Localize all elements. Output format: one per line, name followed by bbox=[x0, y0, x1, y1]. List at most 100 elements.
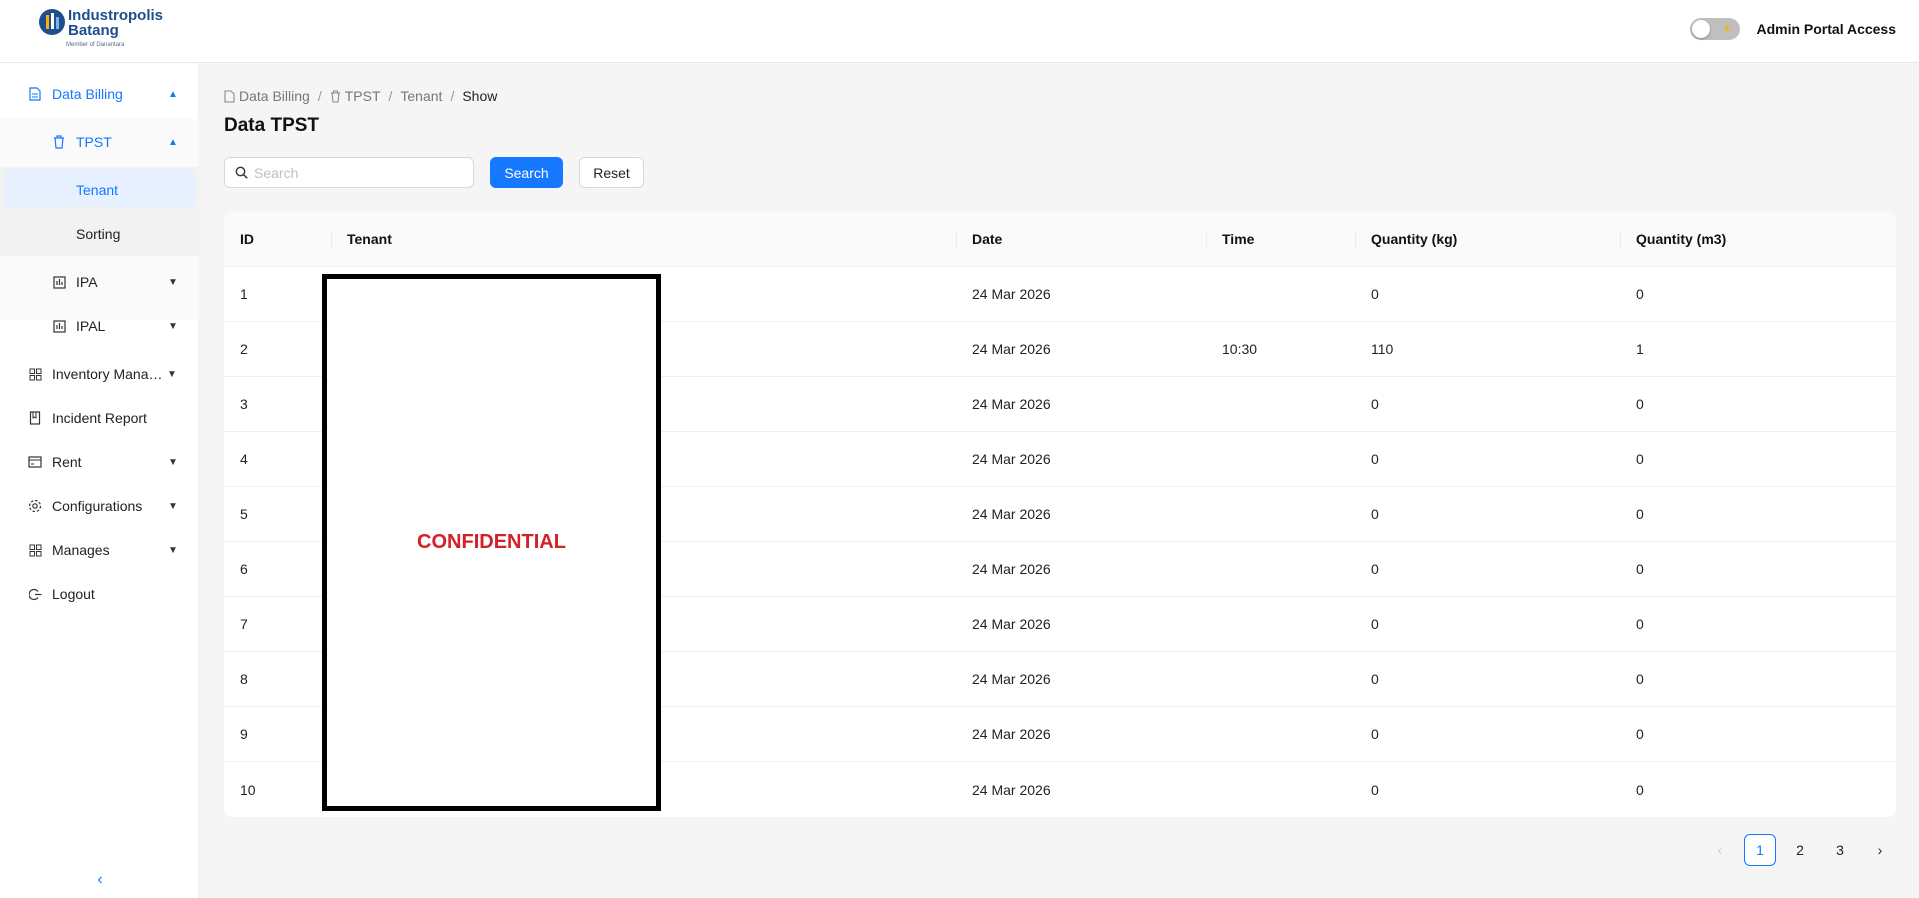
search-icon bbox=[235, 166, 248, 179]
pagination: ‹ 1 2 3 › bbox=[1704, 834, 1896, 866]
chevron-up-icon: ▲ bbox=[168, 88, 178, 100]
sidebar-item-label: IPA bbox=[76, 274, 98, 290]
sidebar-item-logout[interactable]: Logout bbox=[0, 574, 199, 614]
trash-icon bbox=[52, 135, 66, 149]
sidebar-item-sorting[interactable]: Sorting bbox=[0, 214, 199, 254]
trash-icon bbox=[330, 89, 340, 103]
reset-button[interactable]: Reset bbox=[579, 157, 644, 188]
cell-date: 24 Mar 2026 bbox=[972, 451, 1051, 467]
column-header-quantity-m3[interactable]: Quantity (m3) bbox=[1620, 212, 1896, 266]
cell-id: 3 bbox=[240, 396, 248, 412]
sidebar-item-label: IPAL bbox=[76, 318, 106, 334]
cell-quantity-m3: 0 bbox=[1636, 616, 1644, 632]
document-icon bbox=[224, 89, 235, 103]
column-header-date[interactable]: Date bbox=[956, 212, 1206, 266]
logo-line1: Industropolis bbox=[68, 7, 163, 24]
sidebar-item-label: Inventory Management bbox=[52, 366, 166, 382]
cell-id: 9 bbox=[240, 726, 248, 742]
cell-time bbox=[1206, 707, 1355, 761]
gear-icon bbox=[28, 499, 42, 513]
sidebar-item-label: Sorting bbox=[76, 226, 121, 242]
cell-date: 24 Mar 2026 bbox=[972, 671, 1051, 687]
sidebar-item-ipal[interactable]: IPAL ▼ bbox=[0, 306, 199, 346]
meter-icon bbox=[52, 319, 66, 333]
prev-page-button[interactable]: ‹ bbox=[1704, 834, 1736, 866]
cell-quantity-kg: 0 bbox=[1371, 396, 1379, 412]
cell-quantity-m3: 0 bbox=[1636, 781, 1644, 798]
page-title: Data TPST bbox=[224, 115, 320, 136]
cell-quantity-kg: 0 bbox=[1371, 506, 1379, 522]
cell-date: 24 Mar 2026 bbox=[972, 616, 1051, 632]
sidebar-collapse-icon[interactable]: ‹ bbox=[92, 871, 108, 891]
admin-portal-toggle[interactable]: ☀ bbox=[1690, 18, 1741, 40]
sidebar-item-ipa[interactable]: IPA ▼ bbox=[0, 262, 199, 302]
logo[interactable]: Industropolis Batang Member of Danantara bbox=[38, 6, 168, 54]
sidebar-item-tpst[interactable]: TPST ▲ bbox=[0, 122, 199, 162]
cell-id: 4 bbox=[240, 451, 248, 467]
cell-id: 10 bbox=[240, 781, 256, 798]
column-header-tenant[interactable]: Tenant bbox=[331, 212, 956, 266]
logout-icon bbox=[28, 587, 42, 601]
meter-icon bbox=[52, 275, 66, 289]
breadcrumb-show: Show bbox=[462, 88, 498, 104]
sidebar-item-tenant[interactable]: Tenant bbox=[0, 170, 199, 210]
cell-quantity-m3: 0 bbox=[1636, 506, 1644, 522]
chevron-down-icon: ▼ bbox=[167, 368, 177, 380]
sidebar-item-label: Rent bbox=[52, 454, 82, 470]
sidebar-item-label: Logout bbox=[52, 586, 95, 602]
page-button-3[interactable]: 3 bbox=[1824, 834, 1856, 866]
search-input[interactable] bbox=[254, 164, 464, 181]
column-header-quantity-kg[interactable]: Quantity (kg) bbox=[1355, 212, 1620, 266]
table-header: ID Tenant Date Time Quantity (kg) Quanti… bbox=[224, 212, 1896, 267]
sidebar-item-manages[interactable]: Manages ▼ bbox=[0, 530, 199, 570]
sidebar-item-data-billing[interactable]: Data Billing ▲ bbox=[0, 74, 199, 114]
cell-quantity-m3: 0 bbox=[1636, 396, 1644, 412]
cell-time: 10:30 bbox=[1222, 341, 1258, 357]
book-icon bbox=[28, 411, 42, 425]
cell-time bbox=[1206, 267, 1355, 321]
column-header-time[interactable]: Time bbox=[1206, 212, 1355, 266]
redaction-label: CONFIDENTIAL bbox=[417, 531, 566, 553]
card-icon bbox=[28, 455, 42, 469]
cell-id: 1 bbox=[240, 286, 248, 302]
chevron-down-icon: ▼ bbox=[168, 276, 178, 288]
cell-date: 24 Mar 2026 bbox=[972, 726, 1051, 742]
cell-date: 24 Mar 2026 bbox=[972, 781, 1051, 798]
cell-quantity-kg: 0 bbox=[1371, 451, 1379, 467]
cell-quantity-m3: 0 bbox=[1636, 561, 1644, 577]
search-button[interactable]: Search bbox=[490, 157, 563, 188]
cell-time bbox=[1206, 432, 1355, 486]
chevron-down-icon: ▼ bbox=[168, 544, 178, 556]
sidebar-item-rent[interactable]: Rent ▼ bbox=[0, 442, 199, 482]
cell-time bbox=[1206, 597, 1355, 651]
redaction-overlay: CONFIDENTIAL bbox=[322, 274, 661, 811]
admin-portal-label: Admin Portal Access bbox=[1756, 21, 1896, 37]
cell-quantity-kg: 0 bbox=[1371, 726, 1379, 742]
cell-quantity-kg: 0 bbox=[1371, 286, 1379, 302]
next-page-button[interactable]: › bbox=[1864, 834, 1896, 866]
search-field[interactable] bbox=[224, 157, 474, 188]
sidebar-item-label: Manages bbox=[52, 542, 110, 558]
cell-id: 7 bbox=[240, 616, 248, 632]
sidebar-item-configurations[interactable]: Configurations ▼ bbox=[0, 486, 199, 526]
sidebar-item-label: Incident Report bbox=[52, 410, 147, 426]
sidebar-item-label: Data Billing bbox=[52, 86, 123, 102]
page-button-1[interactable]: 1 bbox=[1744, 834, 1776, 866]
breadcrumb-data-billing[interactable]: Data Billing bbox=[224, 88, 310, 104]
cell-date: 24 Mar 2026 bbox=[972, 286, 1051, 302]
chevron-down-icon: ▼ bbox=[168, 456, 178, 468]
breadcrumb-tpst[interactable]: TPST bbox=[330, 88, 381, 104]
sidebar-item-label: Configurations bbox=[52, 498, 143, 514]
cell-id: 2 bbox=[240, 341, 248, 357]
cell-time bbox=[1206, 762, 1355, 817]
sun-icon: ☀ bbox=[1721, 22, 1733, 36]
cell-quantity-kg: 110 bbox=[1371, 341, 1394, 357]
sidebar-item-inventory-management[interactable]: Inventory Management ▼ bbox=[0, 354, 199, 394]
page-button-2[interactable]: 2 bbox=[1784, 834, 1816, 866]
logo-line2: Batang bbox=[68, 22, 119, 39]
cell-time bbox=[1206, 652, 1355, 706]
sidebar-item-incident-report[interactable]: Incident Report bbox=[0, 398, 199, 438]
breadcrumb-tenant[interactable]: Tenant bbox=[400, 88, 442, 104]
column-header-id[interactable]: ID bbox=[224, 212, 331, 266]
cell-date: 24 Mar 2026 bbox=[972, 506, 1051, 522]
